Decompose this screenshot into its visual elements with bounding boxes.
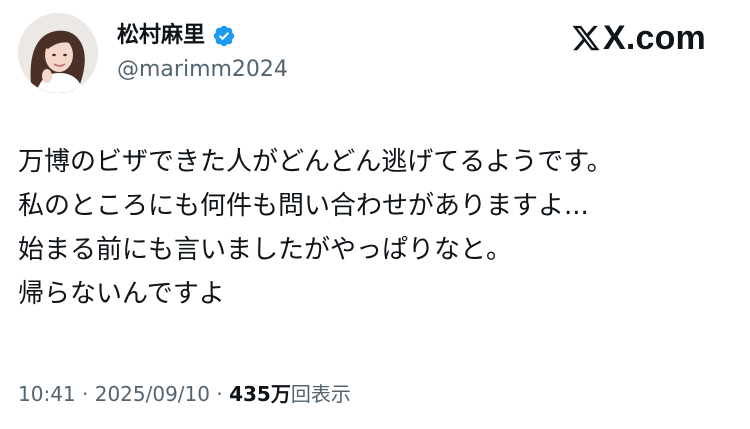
meta-separator: · — [210, 382, 230, 406]
brand-logo: X.com — [571, 18, 706, 58]
tweet-line: 私のところにも何件も問い合わせがありますよ... — [18, 191, 589, 221]
avatar-image — [18, 13, 98, 93]
author-name-row[interactable]: 松村麻里 — [117, 22, 236, 50]
tweet-time[interactable]: 10:41 — [18, 382, 76, 406]
x-logo-icon — [572, 25, 600, 51]
tweet-text: 万博のビザできた人がどんどん逃げてるようです。 私のところにも何件も問い合わせが… — [18, 140, 728, 316]
avatar[interactable] — [18, 13, 98, 93]
verified-badge-icon — [213, 25, 235, 47]
meta-separator: · — [75, 382, 95, 406]
brand-text: X.com — [602, 19, 706, 57]
author-handle[interactable]: @marimm2024 — [117, 55, 288, 85]
display-name[interactable]: 松村麻里 — [117, 22, 205, 50]
tweet-line: 始まる前にも言いましたがやっぱりなと。 — [18, 235, 513, 265]
views-label: 回表示 — [290, 382, 351, 406]
tweet-date[interactable]: 2025/09/10 — [95, 382, 210, 406]
tweet-card: 松村麻里 @marimm2024 X.com 万博のビザできた人がどんどん逃げて… — [0, 0, 750, 429]
views-count[interactable]: 435万 — [229, 382, 291, 406]
tweet-line: 万博のビザできた人がどんどん逃げてるようです。 — [18, 147, 613, 177]
tweet-line: 帰らないんですよ — [18, 279, 225, 309]
tweet-meta: 10:41 · 2025/09/10 · 435万回表示 — [18, 379, 351, 409]
